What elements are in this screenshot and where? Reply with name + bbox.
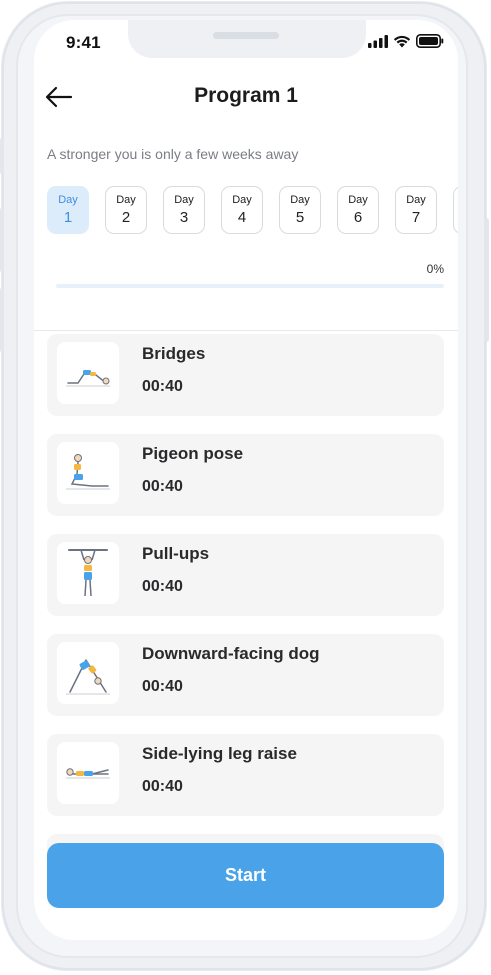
day-label: Day [348,193,368,206]
day-label: Day [116,193,136,206]
status-icons [368,34,444,48]
exercise-list: Bridges 00:40 Pigeon pose 00:40 Pull-ups… [47,332,444,852]
side-leg-raise-illustration-icon [57,742,119,804]
exercise-card-bridges[interactable]: Bridges 00:40 [47,334,444,416]
start-button[interactable]: Start [47,843,444,908]
day-number: 1 [63,208,73,226]
exercise-name: Side-lying leg raise [142,744,297,763]
day-label: Day [232,193,252,206]
exercise-duration: 00:40 [142,478,183,495]
power-button [484,218,489,342]
day-number: 3 [179,208,189,226]
downward-dog-illustration-icon [57,642,119,704]
exercise-duration: 00:40 [142,578,183,595]
exercise-name: Pigeon pose [142,444,244,463]
volume-up-button [0,208,4,272]
day-tab-3[interactable]: Day 3 [163,186,205,234]
exercise-name: Pull-ups [142,544,210,563]
day-label: Day [406,193,426,206]
divider [34,330,458,331]
page-title: Program 1 [194,84,298,107]
bridges-illustration-icon [57,342,119,404]
exercise-card-side-leg-raise[interactable]: Side-lying leg raise 00:40 [47,734,444,816]
battery-icon [416,34,444,48]
speaker [213,32,279,39]
status-time: 9:41 [66,33,101,52]
notch [128,20,366,58]
day-selector: Day 1 Day 2 Day 3 Day 4 Day 5 Day 6 Day … [47,186,458,234]
day-number: 2 [121,208,131,226]
exercise-duration: 00:40 [142,678,183,695]
exercise-duration: 00:40 [142,378,183,395]
exercise-duration: 00:40 [142,778,183,795]
day-label: Day [174,193,194,206]
day-tab-4[interactable]: Day 4 [221,186,263,234]
exercise-name: Bridges [142,344,206,363]
app-screen: 9:41 Program 1 A stronger you is only a … [34,20,458,940]
day-number: 5 [295,208,305,226]
volume-down-button [0,288,4,352]
day-tab-1[interactable]: Day 1 [47,186,89,234]
day-label: Day [58,193,78,206]
day-number: 6 [353,208,363,226]
mute-switch [0,138,4,174]
progress-bar [56,284,444,288]
progress-percent: 0% [426,262,444,276]
day-number: 4 [237,208,247,226]
day-number: 7 [411,208,421,226]
exercise-card-pull-ups[interactable]: Pull-ups 00:40 [47,534,444,616]
wifi-icon [393,35,411,47]
exercise-card-downward-dog[interactable]: Downward-facing dog 00:40 [47,634,444,716]
day-tab-6[interactable]: Day 6 [337,186,379,234]
day-tab-7[interactable]: Day 7 [395,186,437,234]
day-tab-next-partial[interactable] [453,186,458,234]
pigeon-pose-illustration-icon [57,442,119,504]
signal-icon [368,34,388,48]
day-label: Day [290,193,310,206]
exercise-card-pigeon-pose[interactable]: Pigeon pose 00:40 [47,434,444,516]
program-subtitle: A stronger you is only a few weeks away [47,146,299,162]
day-tab-5[interactable]: Day 5 [279,186,321,234]
day-tab-2[interactable]: Day 2 [105,186,147,234]
exercise-name: Downward-facing dog [142,644,320,663]
pull-ups-illustration-icon [57,542,119,604]
